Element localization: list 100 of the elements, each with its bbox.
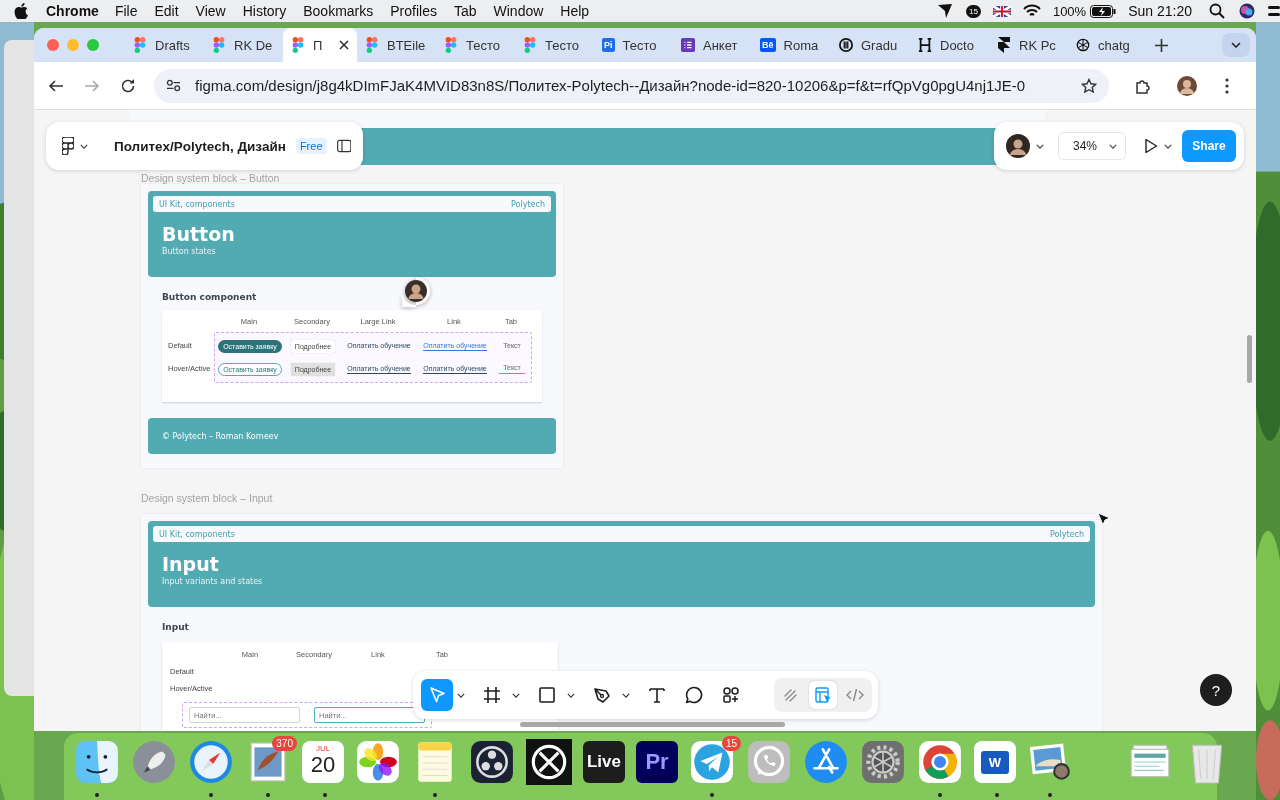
- menu-item[interactable]: View: [195, 3, 226, 19]
- flower-icon[interactable]: [355, 739, 401, 785]
- browser-tab[interactable]: Тесто: [436, 28, 515, 62]
- kit-label: UI Kit, components: [159, 529, 235, 539]
- figma-icon: [365, 37, 379, 53]
- new-tab-icon[interactable]: [1155, 38, 1168, 52]
- tab-title: Gradu: [861, 37, 898, 53]
- badge-count: 370: [272, 736, 297, 751]
- arrowhead-icon[interactable]: [936, 3, 954, 19]
- section-heading: Button component: [162, 292, 258, 302]
- menu-item[interactable]: File: [114, 3, 138, 19]
- browser-tab[interactable]: RK De: [204, 28, 283, 62]
- file-name[interactable]: Политех/Polytech, Дизайн: [114, 138, 286, 154]
- tab-title: Тесто: [622, 37, 657, 53]
- compass-icon[interactable]: [188, 739, 234, 785]
- finder-icon[interactable]: [74, 739, 120, 785]
- calendar-icon[interactable]: JUL 20: [302, 741, 344, 783]
- caret-icon[interactable]: [512, 692, 520, 698]
- frame-title: Button: [162, 223, 236, 245]
- browser-tab[interactable]: Тесто: [515, 28, 594, 62]
- framer-icon: [997, 37, 1011, 53]
- tab-title: chatg: [1098, 37, 1130, 53]
- app-icon[interactable]: Live: [583, 741, 625, 783]
- horizontal-scrollbar[interactable]: [520, 722, 785, 727]
- zoom-dropdown[interactable]: 34%: [1058, 132, 1127, 160]
- figma-icon: [523, 37, 537, 53]
- site-logo: Pi: [602, 38, 615, 52]
- tab-title: Анкет: [703, 37, 738, 53]
- obs-icon[interactable]: [469, 739, 515, 785]
- menu-item[interactable]: Bookmarks: [303, 3, 374, 19]
- frame-card[interactable]: [141, 184, 563, 468]
- browser-tab[interactable]: Docto: [910, 28, 989, 62]
- flag-icon[interactable]: [992, 5, 1011, 17]
- figma-icon: [212, 37, 226, 53]
- square-icon: [537, 685, 557, 705]
- caret-icon: [1164, 143, 1173, 149]
- tab-search-button[interactable]: [1222, 33, 1250, 57]
- word-letter: W: [980, 750, 1010, 774]
- back-icon[interactable]: [48, 77, 64, 94]
- notification-count[interactable]: 15: [966, 4, 981, 18]
- paper-plane-icon[interactable]: [689, 739, 735, 785]
- menu-item[interactable]: Edit: [154, 3, 179, 19]
- address-bar[interactable]: figma.com/design/j8g4kDImFJaK4MVID83n8S/Политех-Polytech--Дизайн?node-id=820-10206&p=f&t=rfQpVg0pgU4nj1JE-0: [154, 68, 1109, 103]
- caret-icon[interactable]: [567, 692, 575, 698]
- browser-tab[interactable]: Bē Roma: [752, 28, 831, 62]
- figma-icon: [133, 37, 147, 53]
- search-icon[interactable]: [1208, 3, 1226, 19]
- clock[interactable]: Sun 21:20: [1128, 3, 1192, 19]
- browser-tab[interactable]: Pi Тесто: [594, 28, 673, 62]
- brand-label: Polytech: [511, 199, 545, 209]
- help-button[interactable]: ?: [1200, 674, 1232, 706]
- browser-tab[interactable]: chatg: [1068, 28, 1147, 62]
- cursor-icon: [1097, 512, 1111, 526]
- vertical-scrollbar[interactable]: [1247, 335, 1252, 383]
- profile-avatar[interactable]: [1177, 75, 1197, 96]
- pen-icon: [592, 685, 612, 705]
- battery-percentage: 100%: [1052, 3, 1087, 19]
- calendar-month: JUL: [315, 744, 331, 753]
- browser-tab[interactable]: П: [283, 28, 357, 62]
- menu-item[interactable]: Profiles: [390, 3, 437, 19]
- plan-badge[interactable]: Free: [295, 138, 327, 154]
- caret-icon[interactable]: [622, 692, 630, 698]
- word-icon[interactable]: W: [974, 741, 1016, 783]
- crossed-ring-icon[interactable]: [526, 739, 572, 785]
- siri-icon[interactable]: [1238, 3, 1256, 19]
- site-settings-icon[interactable]: [166, 79, 181, 92]
- gear-icon[interactable]: [860, 739, 906, 785]
- menu-item[interactable]: Window: [493, 3, 544, 19]
- design-mode-button[interactable]: [809, 681, 837, 709]
- caret-icon[interactable]: [457, 692, 465, 698]
- app-menu[interactable]: Chrome: [46, 3, 99, 19]
- bookmark-star-icon[interactable]: [1081, 77, 1097, 94]
- app-store-icon[interactable]: [803, 739, 849, 785]
- tab-title: RK Pc: [1019, 37, 1056, 53]
- reload-icon[interactable]: [120, 77, 136, 94]
- rocket-icon[interactable]: [131, 739, 177, 785]
- play-icon: [1144, 138, 1159, 154]
- frame-subtitle: Button states: [162, 247, 217, 256]
- menu-item[interactable]: Tab: [453, 3, 477, 19]
- app-icon[interactable]: Pr: [636, 741, 678, 783]
- browser-tab[interactable]: Gradu: [831, 28, 910, 62]
- browser-tab[interactable]: RK Pc: [989, 28, 1068, 62]
- caret-icon: [80, 143, 88, 149]
- url-text: figma.com/design/j8g4kDImFJaK4MVID83n8S/Политех-Polytech--Дизайн?node-id=820-10206&p=f&t=rfQpVg0pgU4nj1JE-0: [195, 77, 1026, 94]
- figma-logo-icon: [62, 137, 74, 155]
- menu-item[interactable]: Help: [560, 3, 590, 19]
- tab-title: Roma: [783, 37, 819, 53]
- chrome-icon[interactable]: [917, 739, 963, 785]
- control-center-icon[interactable]: [1268, 4, 1280, 18]
- close-icon[interactable]: [339, 40, 349, 50]
- browser-tab[interactable]: BTEile: [357, 28, 436, 62]
- browser-tab[interactable]: Drafts: [125, 28, 204, 62]
- menu-item[interactable]: History: [242, 3, 287, 19]
- puzzle-icon[interactable]: [1135, 77, 1151, 94]
- browser-tab[interactable]: Анкет: [673, 28, 752, 62]
- list-icon: [681, 37, 695, 53]
- sidebar-toggle-icon[interactable]: [336, 139, 351, 153]
- apple-icon[interactable]: [14, 3, 28, 19]
- battery-icon[interactable]: [1090, 4, 1117, 18]
- wifi-icon[interactable]: [1022, 3, 1041, 19]
